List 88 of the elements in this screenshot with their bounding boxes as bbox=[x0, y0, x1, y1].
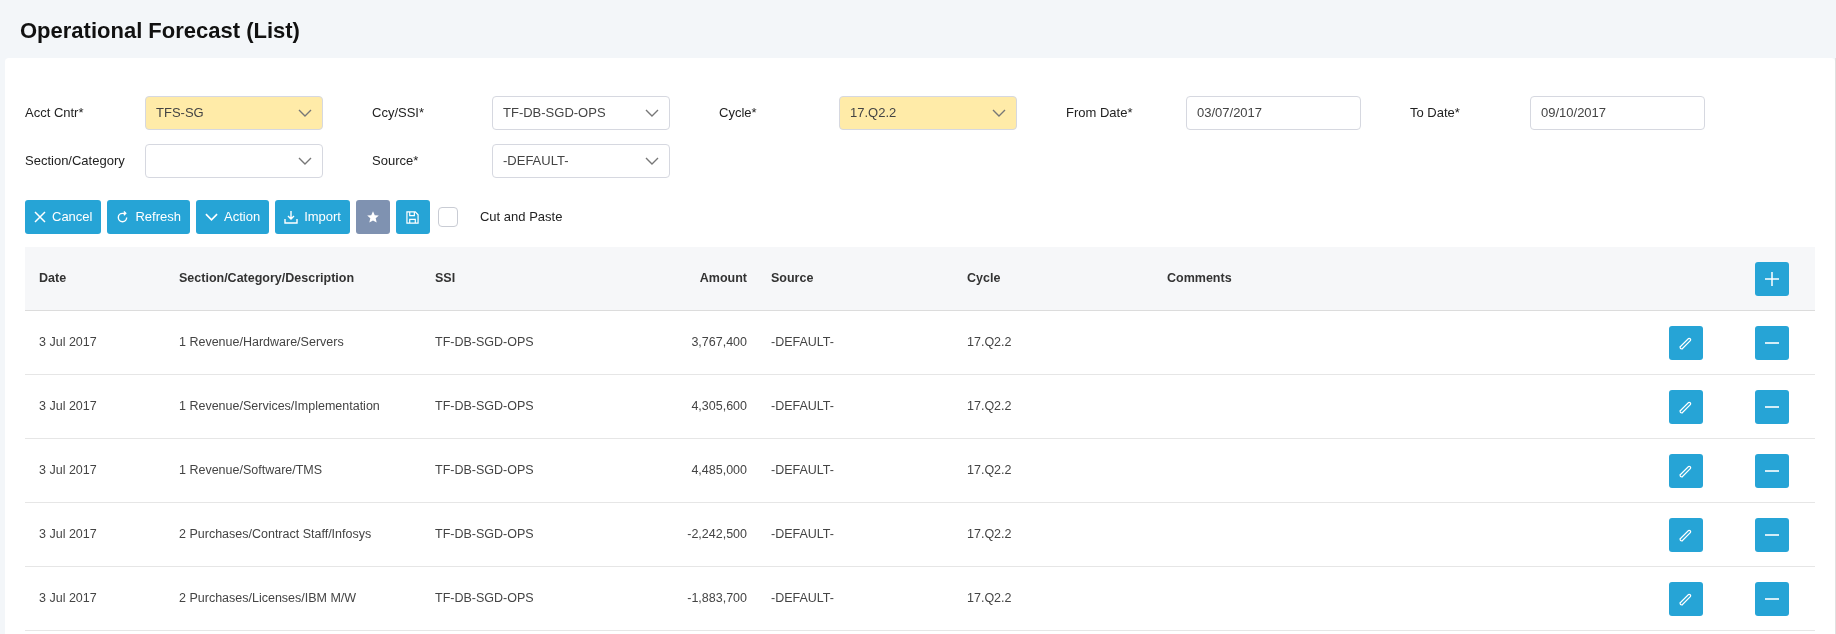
table-cell-text: -DEFAULT- bbox=[770, 398, 834, 416]
minus-icon bbox=[1765, 405, 1779, 408]
field-label: Ccy/SSI* bbox=[372, 104, 425, 123]
table-cell-text: 17.Q2.2 bbox=[966, 462, 1012, 480]
column-header: Amount bbox=[699, 270, 748, 288]
minus-icon bbox=[1765, 469, 1779, 472]
download-icon bbox=[284, 210, 299, 224]
refresh-icon bbox=[116, 210, 130, 224]
table-cell-text: 3,767,400 bbox=[691, 334, 748, 352]
field-label: To Date* bbox=[1410, 104, 1461, 123]
table-cell-text: -DEFAULT- bbox=[770, 526, 834, 544]
remove-button[interactable] bbox=[1755, 453, 1789, 488]
table-cell-text: TF-DB-SGD-OPS bbox=[434, 590, 534, 608]
table-cell-text: 17.Q2.2 bbox=[966, 398, 1012, 416]
dropdown-field[interactable]: TFS-SG bbox=[145, 96, 323, 130]
edit-button[interactable] bbox=[1669, 517, 1703, 552]
table-cell-text: 1 Revenue/Hardware/Servers bbox=[178, 334, 344, 352]
table-cell-text: 3 Jul 2017 bbox=[38, 398, 97, 416]
page-title: Operational Forecast (List) bbox=[19, 17, 300, 45]
date-field[interactable]: 03/07/2017 bbox=[1186, 96, 1361, 130]
table-cell-text: -DEFAULT- bbox=[770, 590, 834, 608]
table-cell-text: 17.Q2.2 bbox=[966, 334, 1012, 352]
table-cell-text: TF-DB-SGD-OPS bbox=[434, 334, 534, 352]
date-field[interactable]: 09/10/2017 bbox=[1530, 96, 1705, 130]
plus-icon bbox=[1765, 271, 1779, 286]
chevron-down-icon bbox=[992, 109, 1006, 117]
pencil-icon bbox=[1679, 399, 1693, 414]
table-cell-text: -DEFAULT- bbox=[770, 334, 834, 352]
save-button[interactable] bbox=[396, 200, 430, 234]
table-cell-text: 4,485,000 bbox=[691, 462, 748, 480]
table-cell-text: TF-DB-SGD-OPS bbox=[434, 462, 534, 480]
field-label: Section/Category bbox=[25, 152, 126, 171]
table-cell-text: 3 Jul 2017 bbox=[38, 526, 97, 544]
favorite-button[interactable] bbox=[356, 200, 390, 234]
table-cell-text: 1 Revenue/Software/TMS bbox=[178, 462, 323, 480]
field-label: Source* bbox=[372, 152, 420, 171]
table-cell-text: 17.Q2.2 bbox=[966, 526, 1012, 544]
remove-button[interactable] bbox=[1755, 325, 1789, 360]
edit-button[interactable] bbox=[1669, 453, 1703, 488]
edit-button[interactable] bbox=[1669, 581, 1703, 616]
table-cell-text: TF-DB-SGD-OPS bbox=[434, 526, 534, 544]
edit-button[interactable] bbox=[1669, 389, 1703, 424]
table-cell-text: 1 Revenue/Services/Implementation bbox=[178, 398, 380, 416]
minus-icon bbox=[1765, 597, 1779, 600]
add-button[interactable] bbox=[1755, 261, 1789, 296]
column-header: SSI bbox=[434, 270, 456, 288]
table-cell-text: -2,242,500 bbox=[687, 526, 748, 544]
column-header: Date bbox=[38, 270, 67, 288]
dropdown-field[interactable]: TF-DB-SGD-OPS bbox=[492, 96, 670, 130]
remove-button[interactable] bbox=[1755, 517, 1789, 552]
field-label: Cycle* bbox=[719, 104, 758, 123]
checkbox-label: Cut and Paste bbox=[480, 208, 563, 227]
table-cell-text: 3 Jul 2017 bbox=[38, 334, 97, 352]
remove-button[interactable] bbox=[1755, 389, 1789, 424]
checkbox[interactable] bbox=[438, 207, 458, 227]
edit-button[interactable] bbox=[1669, 325, 1703, 360]
field-label: Acct Cntr* bbox=[25, 104, 85, 123]
chevron-down-icon bbox=[298, 109, 312, 117]
pencil-icon bbox=[1679, 591, 1693, 606]
table-cell-text: 3 Jul 2017 bbox=[38, 462, 97, 480]
pencil-icon bbox=[1679, 335, 1693, 350]
chevron-down-icon bbox=[205, 213, 218, 221]
chevron-down-icon bbox=[645, 157, 659, 165]
table-cell-text: 3 Jul 2017 bbox=[38, 590, 97, 608]
table-cell-text: 17.Q2.2 bbox=[966, 590, 1012, 608]
close-icon bbox=[34, 211, 46, 223]
dropdown-field[interactable]: 17.Q2.2 bbox=[839, 96, 1017, 130]
remove-button[interactable] bbox=[1755, 581, 1789, 616]
table-cell-text: -1,883,700 bbox=[687, 590, 748, 608]
dropdown-field[interactable]: -DEFAULT- bbox=[492, 144, 670, 178]
minus-icon bbox=[1765, 341, 1779, 344]
table-cell-text: 2 Purchases/Licenses/IBM M/W bbox=[178, 590, 357, 608]
minus-icon bbox=[1765, 533, 1779, 536]
chevron-down-icon bbox=[298, 157, 312, 165]
table-cell-text: 2 Purchases/Contract Staff/Infosys bbox=[178, 526, 372, 544]
pencil-icon bbox=[1679, 463, 1693, 478]
column-header: Comments bbox=[1166, 270, 1232, 288]
column-header: Source bbox=[770, 270, 814, 288]
field-label: From Date* bbox=[1066, 104, 1134, 123]
column-header: Cycle bbox=[966, 270, 1001, 288]
column-header: Section/Category/Description bbox=[178, 270, 355, 288]
chevron-down-icon bbox=[645, 109, 659, 117]
table-cell-text: -DEFAULT- bbox=[770, 462, 834, 480]
pencil-icon bbox=[1679, 527, 1693, 542]
dropdown-field[interactable] bbox=[145, 144, 323, 178]
table-cell-text: 4,305,600 bbox=[691, 398, 748, 416]
star-icon bbox=[366, 210, 380, 224]
table-cell-text: TF-DB-SGD-OPS bbox=[434, 398, 534, 416]
